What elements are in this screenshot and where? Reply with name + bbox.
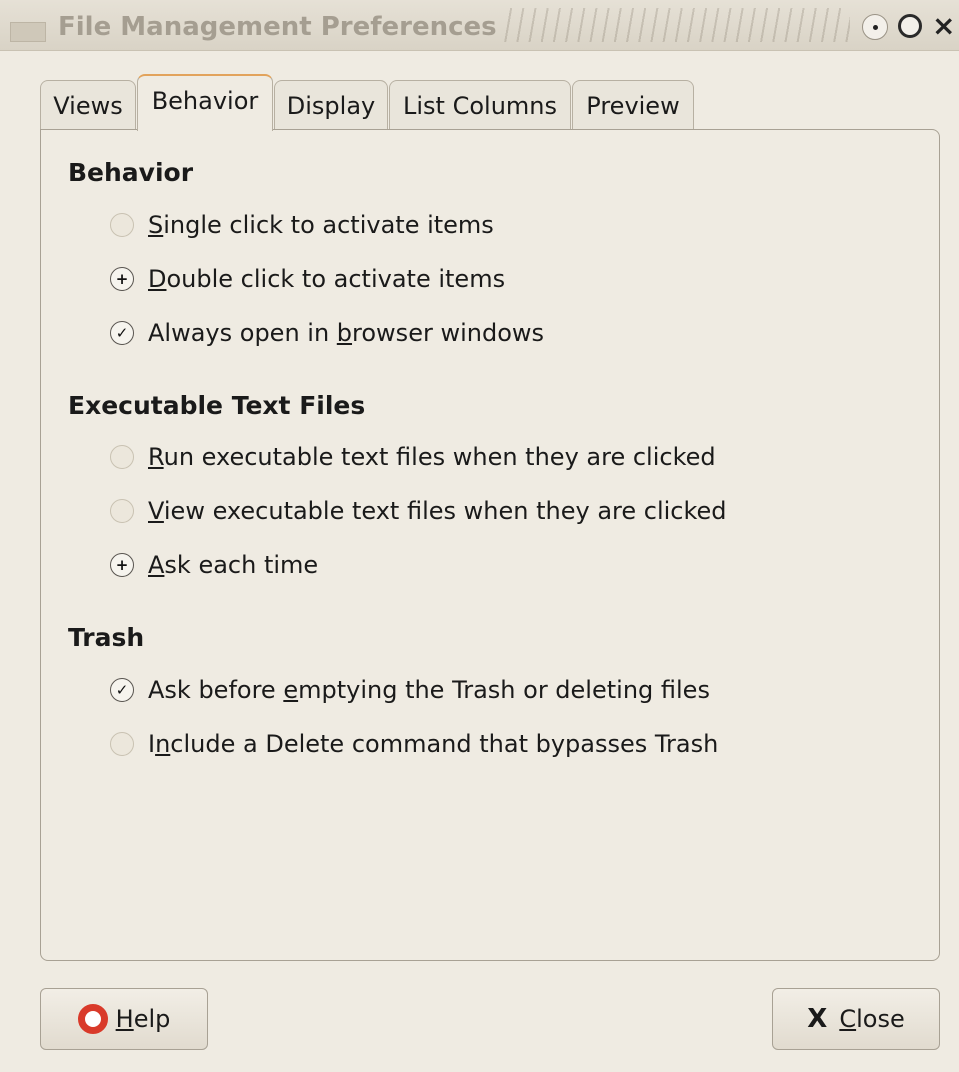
option-single-click[interactable]: Single click to activate items <box>110 210 494 240</box>
option-label: Ask before emptying the Trash or deletin… <box>148 676 710 704</box>
option-label: Run executable text files when they are … <box>148 443 716 471</box>
tab-behavior[interactable]: Behavior <box>137 74 273 131</box>
checkbox-checked-icon[interactable]: ✓ <box>110 321 134 345</box>
section-title-trash: Trash <box>68 623 145 652</box>
x-icon: X <box>807 1004 828 1034</box>
option-double-click[interactable]: + Double click to activate items <box>110 264 505 294</box>
window-menu-grip[interactable] <box>10 22 46 42</box>
section-title-executable: Executable Text Files <box>68 391 366 420</box>
tab-views[interactable]: Views <box>40 80 136 130</box>
tab-list-columns[interactable]: List Columns <box>389 80 571 130</box>
minimize-button[interactable] <box>862 14 888 40</box>
radio-unchecked-icon[interactable] <box>110 445 134 469</box>
option-run-executable[interactable]: Run executable text files when they are … <box>110 442 716 472</box>
option-label: Include a Delete command that bypasses T… <box>148 730 719 758</box>
radio-checked-icon[interactable]: + <box>110 553 134 577</box>
option-browser-windows[interactable]: ✓ Always open in browser windows <box>110 318 544 348</box>
close-button-label: Close <box>839 1005 905 1033</box>
option-include-delete[interactable]: Include a Delete command that bypasses T… <box>110 729 718 759</box>
close-window-button[interactable]: × <box>932 12 959 40</box>
option-label: Ask each time <box>148 551 319 579</box>
tab-display[interactable]: Display <box>274 80 388 130</box>
radio-unchecked-icon[interactable] <box>110 499 134 523</box>
help-button[interactable]: Help <box>40 988 208 1050</box>
option-label: View executable text files when they are… <box>148 497 727 525</box>
option-ask-before-emptying[interactable]: ✓ Ask before emptying the Trash or delet… <box>110 675 710 705</box>
checkbox-unchecked-icon[interactable] <box>110 732 134 756</box>
checkbox-checked-icon[interactable]: ✓ <box>110 678 134 702</box>
maximize-button[interactable] <box>898 14 922 38</box>
option-label: Double click to activate items <box>148 265 506 293</box>
window-titlebar[interactable]: File Management Preferences × <box>0 0 959 51</box>
tab-preview[interactable]: Preview <box>572 80 694 130</box>
window-title: File Management Preferences <box>58 12 497 42</box>
option-ask-each-time[interactable]: + Ask each time <box>110 550 318 580</box>
titlebar-stripes <box>500 8 850 42</box>
option-view-executable[interactable]: View executable text files when they are… <box>110 496 727 526</box>
close-button[interactable]: X Close <box>772 988 940 1050</box>
section-title-behavior: Behavior <box>68 158 194 187</box>
option-label: Always open in browser windows <box>148 319 545 347</box>
radio-unchecked-icon[interactable] <box>110 213 134 237</box>
option-label: Single click to activate items <box>148 211 494 239</box>
tab-panel-behavior <box>40 129 940 961</box>
lifebuoy-icon <box>77 1004 108 1034</box>
help-button-label: Help <box>115 1005 171 1033</box>
radio-checked-icon[interactable]: + <box>110 267 134 291</box>
